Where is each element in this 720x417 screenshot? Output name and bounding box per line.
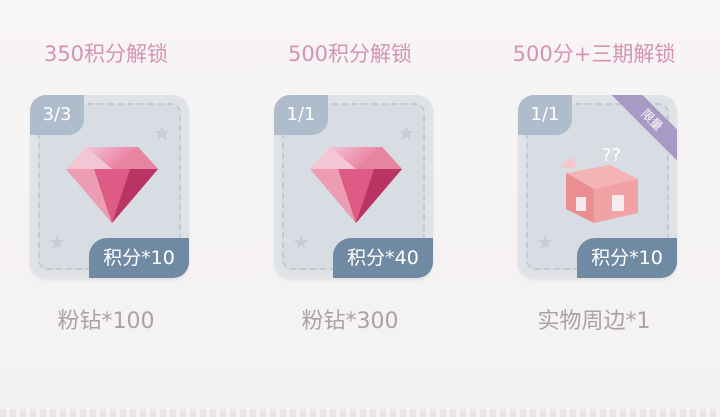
star-icon: ★ (536, 230, 554, 254)
reward-card[interactable]: ★ 限量 ?? 1/1 积分*10 (518, 95, 677, 278)
stock-count-badge: 1/1 (518, 95, 572, 135)
unlock-requirement: 500分+三期解锁 (512, 42, 676, 66)
svg-text:??: ?? (602, 145, 621, 166)
reward-panel: 350积分解锁 ★ ★ 3/3 积分*10 粉钻*100 500积分解锁 ★ ★… (0, 0, 720, 417)
pink-diamond-icon (66, 147, 158, 223)
stock-count-badge: 3/3 (30, 95, 84, 135)
unlock-requirement: 500积分解锁 (287, 42, 413, 66)
reward-card[interactable]: ★ ★ 3/3 积分*10 (30, 95, 189, 278)
reward-name: 粉钻*100 (57, 309, 155, 334)
star-icon: ★ (397, 121, 415, 145)
stock-count-badge: 1/1 (274, 95, 328, 135)
pink-diamond-icon (310, 147, 402, 223)
star-icon: ★ (153, 121, 171, 145)
star-icon: ★ (48, 230, 66, 254)
mystery-gift-box-icon: ?? (560, 145, 638, 223)
points-cost-tag: 积分*40 (333, 238, 433, 278)
points-cost-tag: 积分*10 (577, 238, 677, 278)
unlock-requirement: 350积分解锁 (43, 42, 169, 66)
points-cost-tag: 积分*10 (89, 238, 189, 278)
reward-card[interactable]: ★ ★ 1/1 积分*40 (274, 95, 433, 278)
star-icon: ★ (292, 230, 310, 254)
reward-name: 粉钻*300 (301, 309, 399, 334)
reward-name: 实物周边*1 (537, 309, 651, 334)
bottom-divider (0, 409, 720, 417)
